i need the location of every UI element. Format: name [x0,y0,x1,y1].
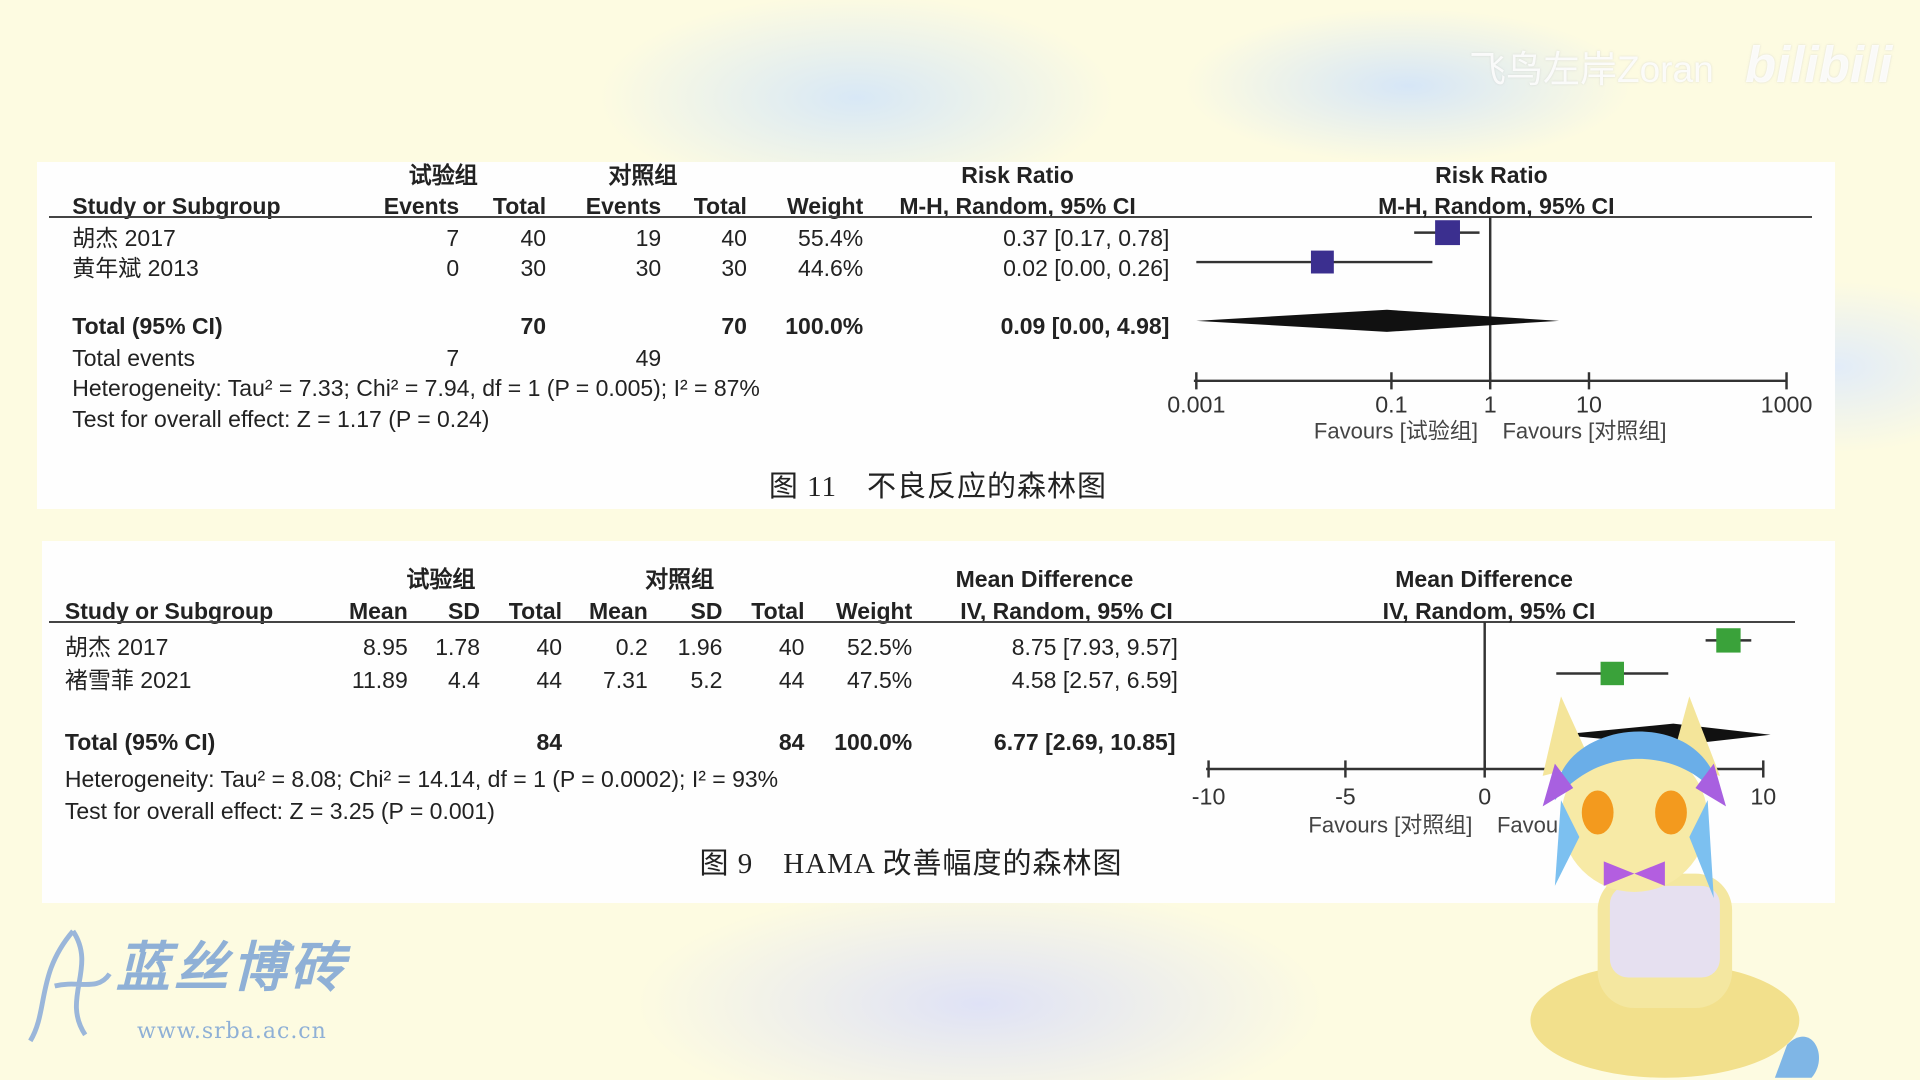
x-tick-label: 0 [1478,783,1491,809]
x-tick-label: -5 [1335,783,1356,809]
favours-left-label: Favours [试验组] [1314,418,1478,443]
logo-emblem-icon [28,929,112,1043]
study-marker [1435,220,1460,246]
x-tick-label: 0.1 [1375,392,1407,418]
x-tick-label: -10 [1192,783,1226,809]
x-tick-label: 1000 [1761,392,1813,418]
x-tick-label: 0.001 [1167,392,1225,418]
study-marker [1600,661,1624,686]
x-tick-label: 1 [1484,392,1497,418]
vtuber-avatar [1530,696,1820,1078]
logo-name: 蓝丝博砖 [116,935,348,999]
logo-url: www.srba.ac.cn [137,1019,327,1044]
study-marker [1310,250,1334,274]
pooled-diamond [1196,309,1560,332]
x-tick-label: 10 [1576,392,1602,418]
favours-left-label: Favours [对照组] [1308,813,1472,838]
study-marker [1716,628,1741,653]
video-frame: 飞鸟左岸Zoran bilibili 试验组 对照组 Risk Ratio M-H, … [0,0,1920,1080]
favours-right-label: Favours [对照组] [1502,418,1666,443]
site-logo: 蓝丝博砖 www.srba.ac.cn [24,925,404,1047]
